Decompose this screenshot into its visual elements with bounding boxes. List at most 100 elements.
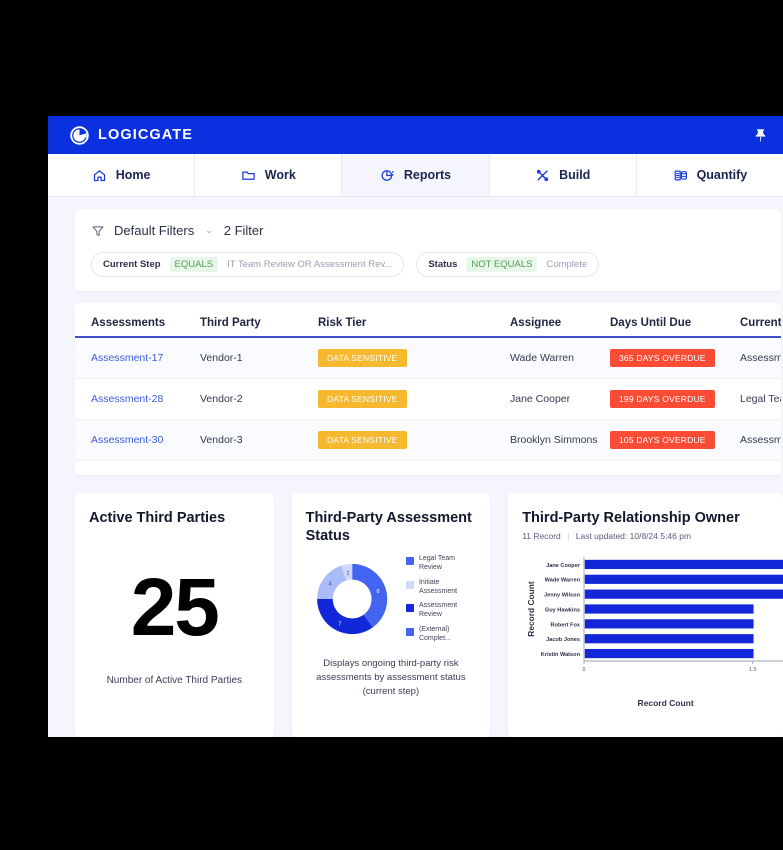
donut-legend-item[interactable]: Assessment Review xyxy=(405,602,476,620)
column-header-assessments[interactable]: Assessments xyxy=(75,317,200,338)
nav-tab-home[interactable]: Home xyxy=(48,154,196,196)
filter-chip-current-step[interactable]: Current Step EQUALS IT Team Review OR As… xyxy=(91,252,405,277)
column-header-current-step[interactable]: Current Step xyxy=(740,317,781,338)
chip-operator-label: NOT EQUALS xyxy=(466,257,538,272)
cell-assignee: Jane Cooper xyxy=(510,378,610,420)
table-body: Assessment-17 Vendor-1 DATA SENSITIVE Wa… xyxy=(75,337,781,461)
cell-days-until-due: 365 DAYS OVERDUE xyxy=(610,337,740,379)
cell-assignee: Brooklyn Simmons xyxy=(510,419,610,461)
cell-third-party: Vendor-1 xyxy=(200,337,318,379)
assessment-link[interactable]: Assessment-28 xyxy=(91,393,163,405)
legend-label: Assessment Review xyxy=(418,602,458,618)
bar[interactable] xyxy=(584,559,783,570)
nav-tab-work[interactable]: Work xyxy=(195,154,343,196)
donut-segments xyxy=(316,564,387,635)
pie-chart-icon xyxy=(381,169,394,181)
cell-days-until-due: 199 DAYS OVERDUE xyxy=(610,378,740,420)
legend-swatch xyxy=(405,604,414,613)
cell-assignee: Wade Warren xyxy=(510,337,610,379)
table-row[interactable]: Assessment-28 Vendor-2 DATA SENSITIVE Ja… xyxy=(75,378,781,420)
main-navigation: Home Work Reports Build Quantify xyxy=(48,154,783,197)
legend-swatch xyxy=(405,580,414,589)
assessment-link[interactable]: Assessment-17 xyxy=(91,352,163,364)
filter-panel-header[interactable]: Default Filters ⌄ 2 Filter xyxy=(91,223,765,238)
donut-legend-item[interactable]: Legal Team Review xyxy=(405,555,476,573)
legend-swatch xyxy=(405,627,414,636)
widget-active-third-parties[interactable]: Active Third Parties 25 Number of Active… xyxy=(75,493,274,737)
nav-tab-work-label: Work xyxy=(264,168,296,182)
assessments-table: Assessments Third Party Risk Tier Assign… xyxy=(75,317,781,461)
app-header-bar: LOGICGATE xyxy=(48,116,783,154)
donut-slice-value: 7 xyxy=(338,622,341,628)
column-header-third-party[interactable]: Third Party xyxy=(200,317,318,338)
donut-slice-value: 1 xyxy=(346,571,349,577)
bar[interactable] xyxy=(584,634,754,644)
table-header-row: Assessments Third Party Risk Tier Assign… xyxy=(75,317,781,338)
assessment-link[interactable]: Assessment-30 xyxy=(91,434,163,446)
logicgate-logo-icon xyxy=(70,125,89,145)
filter-count-label: 2 Filter xyxy=(223,223,264,238)
table-header: Assessments Third Party Risk Tier Assign… xyxy=(75,317,781,338)
filter-preset-name: Default Filters xyxy=(114,223,195,238)
donut-slice-value: 4 xyxy=(328,582,331,588)
cell-third-party: Vendor-2 xyxy=(200,378,318,420)
bar[interactable] xyxy=(584,619,754,629)
chip-value-label: IT Team Review OR Assessment Rev... xyxy=(227,259,393,270)
cell-risk-tier: DATA SENSITIVE xyxy=(318,337,510,379)
pushpin-icon[interactable] xyxy=(752,127,769,144)
widget-assessment-status[interactable]: Third-Party Assessment Status 8 7 4 1 Legal… xyxy=(291,493,491,737)
last-updated-label: Last updated: 10/8/24 5:46 pm xyxy=(575,531,692,542)
donut-chart: 8 7 4 1 xyxy=(316,564,387,635)
cell-assessment: Assessment-17 xyxy=(75,337,200,379)
column-header-risk-tier[interactable]: Risk Tier xyxy=(318,317,510,338)
page-content: Default Filters ⌄ 2 Filter Current Step … xyxy=(48,197,783,737)
overdue-badge: 199 DAYS OVERDUE xyxy=(610,390,715,408)
kpi-caption: Number of Active Third Parties xyxy=(106,674,243,686)
nav-tab-build[interactable]: Build xyxy=(490,154,637,196)
nav-tab-home-label: Home xyxy=(115,168,151,182)
donut-legend: Legal Team Review Initiate Assessment Asse… xyxy=(405,555,476,644)
chip-operator-label: EQUALS xyxy=(169,257,219,272)
bar-category-label: Guy Hawkins xyxy=(545,608,580,614)
donut-slice[interactable] xyxy=(316,599,373,635)
table-row[interactable]: Assessment-17 Vendor-1 DATA SENSITIVE Wa… xyxy=(75,337,781,379)
bar-category-label: Jacob Jones xyxy=(546,637,580,643)
column-header-assignee[interactable]: Assignee xyxy=(510,317,610,338)
nav-tab-reports[interactable]: Reports xyxy=(342,154,490,196)
widget-title: Active Third Parties xyxy=(89,510,226,526)
donut-legend-item[interactable]: (External) Complet... xyxy=(405,626,476,644)
bar[interactable] xyxy=(584,604,754,614)
bar[interactable] xyxy=(584,649,754,659)
bar[interactable] xyxy=(584,574,783,585)
risk-tier-badge: DATA SENSITIVE xyxy=(318,431,407,449)
donut-legend-item[interactable]: Initiate Assessment xyxy=(405,579,476,597)
donut-slice-value: 8 xyxy=(376,589,379,595)
widget-description: Displays ongoing third-party risk assess… xyxy=(316,658,466,697)
column-header-days-until-due[interactable]: Days Until Due xyxy=(610,317,740,338)
brand-logo[interactable]: LOGICGATE xyxy=(70,125,194,145)
legend-label: Legal Team Review xyxy=(418,555,456,571)
quantify-icon xyxy=(674,170,687,180)
chip-field-label: Status xyxy=(428,259,458,270)
filter-chip-list: Current Step EQUALS IT Team Review OR As… xyxy=(91,252,765,277)
nav-tab-quantify-label: Quantify xyxy=(696,168,748,182)
x-axis-tick-label: 1.5 xyxy=(749,667,757,673)
bar-chart-x-axis-title: Record Count xyxy=(637,698,694,709)
kpi-block: 25 Number of Active Third Parties xyxy=(89,531,260,721)
filter-chip-status[interactable]: Status NOT EQUALS Complete xyxy=(416,252,600,277)
cell-assessment: Assessment-30 xyxy=(75,419,200,461)
bar-category-label: Kristin Watson xyxy=(541,652,581,658)
table-row[interactable]: Assessment-30 Vendor-3 DATA SENSITIVE Br… xyxy=(75,419,781,461)
widget-relationship-owner[interactable]: Third-Party Relationship Owner 11 Record… xyxy=(508,493,783,737)
chevron-down-icon[interactable]: ⌄ xyxy=(205,225,213,236)
nav-tab-quantify[interactable]: Quantify xyxy=(637,154,783,196)
record-count-label: 11 Record xyxy=(522,531,561,542)
folder-icon xyxy=(242,170,255,180)
bar[interactable] xyxy=(584,589,783,599)
cell-risk-tier: DATA SENSITIVE xyxy=(318,419,510,461)
brand-name: LOGICGATE xyxy=(98,127,194,143)
risk-tier-badge: DATA SENSITIVE xyxy=(318,390,407,408)
cell-current-step: Legal Team Rev… xyxy=(740,378,781,420)
bar-category-label: Wade Warren xyxy=(545,578,581,584)
home-icon xyxy=(93,169,105,181)
